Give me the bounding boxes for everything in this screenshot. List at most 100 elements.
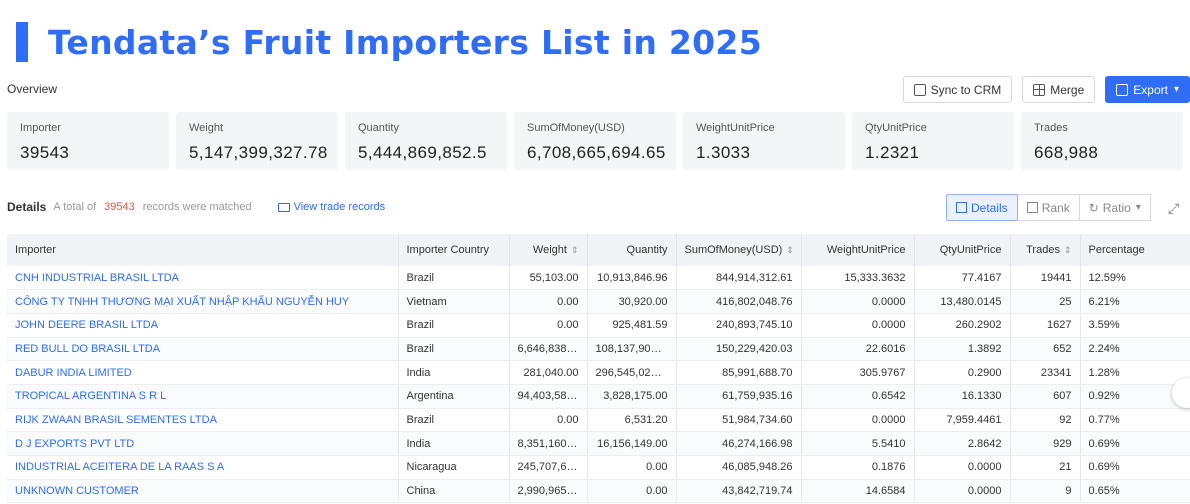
table-cell: 51,984,734.60	[676, 408, 802, 433]
importer-link[interactable]: CNH INDUSTRIAL BRASIL LTDA	[7, 266, 399, 291]
table-cell: 0.00	[509, 289, 588, 314]
table-icon	[956, 202, 967, 213]
table-cell: China	[398, 479, 510, 504]
table-cell: 0.0000	[801, 313, 915, 338]
column-header[interactable]: Importer	[7, 234, 399, 266]
stat-qty-unit-price: QtyUnitPrice 1.2321	[852, 112, 1014, 170]
table-cell: 2,990,965.06	[509, 479, 588, 504]
table-row[interactable]: JOHN DEERE BRASIL LTDA Brazil 0.00 925,481.…	[7, 313, 1190, 338]
table-cell: 16,156,149.00	[587, 431, 677, 456]
table-cell: 46,274,166.98	[676, 431, 802, 456]
column-header[interactable]: WeightUnitPrice	[801, 234, 915, 266]
table-cell: 0.65%	[1080, 479, 1190, 504]
details-prefix: A total of	[53, 201, 97, 213]
table-cell: 0.0000	[914, 455, 1011, 480]
table-cell: 3,828,175.00	[587, 384, 677, 409]
table-row[interactable]: DABUR INDIA LIMITED India 281,040.00 296,54…	[7, 360, 1190, 385]
table-row[interactable]: D J EXPORTS PVT LTD India 8,351,160.50 16,1…	[7, 431, 1190, 456]
table-cell: 929	[1010, 431, 1081, 456]
importer-link[interactable]: JOHN DEERE BRASIL LTDA	[7, 313, 399, 338]
table-cell: 85,991,688.70	[676, 360, 802, 385]
table-body: CNH INDUSTRIAL BRASIL LTDA Brazil 55,103.0…	[7, 266, 1190, 504]
ratio-view-button[interactable]: ↻ Ratio ▾	[1078, 194, 1151, 221]
details-view-button[interactable]: Details	[946, 194, 1018, 221]
table-cell: 1.3892	[914, 337, 1011, 362]
table-cell: Argentina	[398, 384, 510, 409]
records-count: 39543	[104, 201, 135, 213]
table-row[interactable]: TROPICAL ARGENTINA S R L Argentina 94,403,…	[7, 384, 1190, 409]
table-cell: 92	[1010, 408, 1081, 433]
merge-label: Merge	[1050, 82, 1085, 97]
table-cell: 6,646,838.92	[509, 337, 588, 362]
table-cell: Brazil	[398, 266, 510, 291]
sort-icon[interactable]: ⇕	[786, 245, 794, 255]
table-cell: 844,914,312.61	[676, 266, 802, 291]
table-cell: 0.00	[509, 408, 588, 433]
title-accent-bar	[16, 22, 28, 62]
page-title: Tendata’s Fruit Importers List in 2025	[48, 22, 762, 62]
table-cell: 240,893,745.10	[676, 313, 802, 338]
table-cell: 0.0000	[801, 408, 915, 433]
stat-label: WeightUnitPrice	[696, 122, 775, 134]
table-row[interactable]: RIJK ZWAAN BRASIL SEMENTES LTDA Brazil 0.0…	[7, 408, 1190, 433]
table-cell: 281,040.00	[509, 360, 588, 385]
stat-value: 1.3033	[696, 143, 751, 162]
importer-link[interactable]: UNKNOWN CUSTOMER	[7, 479, 399, 504]
table-cell: 46,085,948.26	[676, 455, 802, 480]
table-cell: 296,545,025.80	[587, 360, 677, 385]
table-row[interactable]: CNH INDUSTRIAL BRASIL LTDA Brazil 55,103.0…	[7, 266, 1190, 291]
importer-link[interactable]: CÔNG TY TNHH THƯƠNG MẠI XUẤT NHẬP KHẨU N…	[7, 289, 399, 314]
table-cell: 108,137,903.27	[587, 337, 677, 362]
details-summary: Details A total of 39543 records were ma…	[7, 200, 385, 214]
stat-label: Weight	[189, 122, 224, 134]
importer-link[interactable]: INDUSTRIAL ACEITERA DE LA RAAS S A	[7, 455, 399, 480]
export-button[interactable]: Export ▾	[1105, 76, 1190, 103]
table-header-row: Importer Importer Country Weight ⇕ Quanti…	[7, 234, 1190, 266]
table-cell: 19441	[1010, 266, 1081, 291]
merge-button[interactable]: Merge	[1022, 76, 1096, 103]
sort-icon[interactable]: ⇕	[1064, 245, 1072, 255]
sync-to-crm-button[interactable]: Sync to CRM	[902, 76, 1013, 103]
column-header[interactable]: Percentage	[1080, 234, 1190, 266]
table-cell: 0.2900	[914, 360, 1011, 385]
ratio-view-label: Ratio	[1102, 200, 1131, 215]
column-header[interactable]: QtyUnitPrice	[914, 234, 1011, 266]
view-trade-records-link[interactable]: View trade records	[277, 201, 386, 213]
table-cell: 245,707,600...	[509, 455, 588, 480]
importer-link[interactable]: RIJK ZWAAN BRASIL SEMENTES LTDA	[7, 408, 399, 433]
table-cell: 16.1330	[914, 384, 1011, 409]
stat-value: 1.2321	[865, 143, 920, 162]
column-header[interactable]: Importer Country	[398, 234, 510, 266]
table-cell: 5.5410	[801, 431, 915, 456]
records-icon	[277, 202, 290, 212]
table-cell: 43,842,719.74	[676, 479, 802, 504]
importer-link[interactable]: TROPICAL ARGENTINA S R L	[7, 384, 399, 409]
rank-view-label: Rank	[1041, 200, 1070, 215]
table-row[interactable]: INDUSTRIAL ACEITERA DE LA RAAS S A Nicara…	[7, 455, 1190, 480]
table-cell: 6,531.20	[587, 408, 677, 433]
rank-view-button[interactable]: Rank	[1016, 194, 1080, 221]
column-header[interactable]: Trades ⇕	[1010, 234, 1081, 266]
ratio-icon: ↻	[1088, 200, 1099, 215]
importer-link[interactable]: RED BULL DO BRASIL LTDA	[7, 337, 399, 362]
table-cell: 22.6016	[801, 337, 915, 362]
table-row[interactable]: RED BULL DO BRASIL LTDA Brazil 6,646,838.9…	[7, 337, 1190, 362]
column-header[interactable]: Quantity	[587, 234, 677, 266]
table-cell: 21	[1010, 455, 1081, 480]
table-cell: 0.00	[587, 479, 677, 504]
table-cell: 15,333.3632	[801, 266, 915, 291]
table-row[interactable]: UNKNOWN CUSTOMER China 2,990,965.06 0.00 43,…	[7, 479, 1190, 504]
sort-icon[interactable]: ⇕	[571, 245, 579, 255]
export-label: Export	[1133, 82, 1168, 97]
importer-link[interactable]: D J EXPORTS PVT LTD	[7, 431, 399, 456]
table-row[interactable]: CÔNG TY TNHH THƯƠNG MẠI XUẤT NHẬP KHẨU N…	[7, 289, 1190, 314]
view-trade-records-label: View trade records	[293, 201, 386, 213]
column-header[interactable]: Weight ⇕	[509, 234, 588, 266]
column-header[interactable]: SumOfMoney(USD) ⇕	[676, 234, 802, 266]
fullscreen-icon[interactable]: ⤢	[1168, 201, 1182, 215]
table-cell: 2.8642	[914, 431, 1011, 456]
table-cell: 9	[1010, 479, 1081, 504]
importer-link[interactable]: DABUR INDIA LIMITED	[7, 360, 399, 385]
importers-table: Importer Importer Country Weight ⇕ Quanti…	[7, 234, 1190, 504]
page-header: Tendata’s Fruit Importers List in 2025	[16, 20, 762, 64]
